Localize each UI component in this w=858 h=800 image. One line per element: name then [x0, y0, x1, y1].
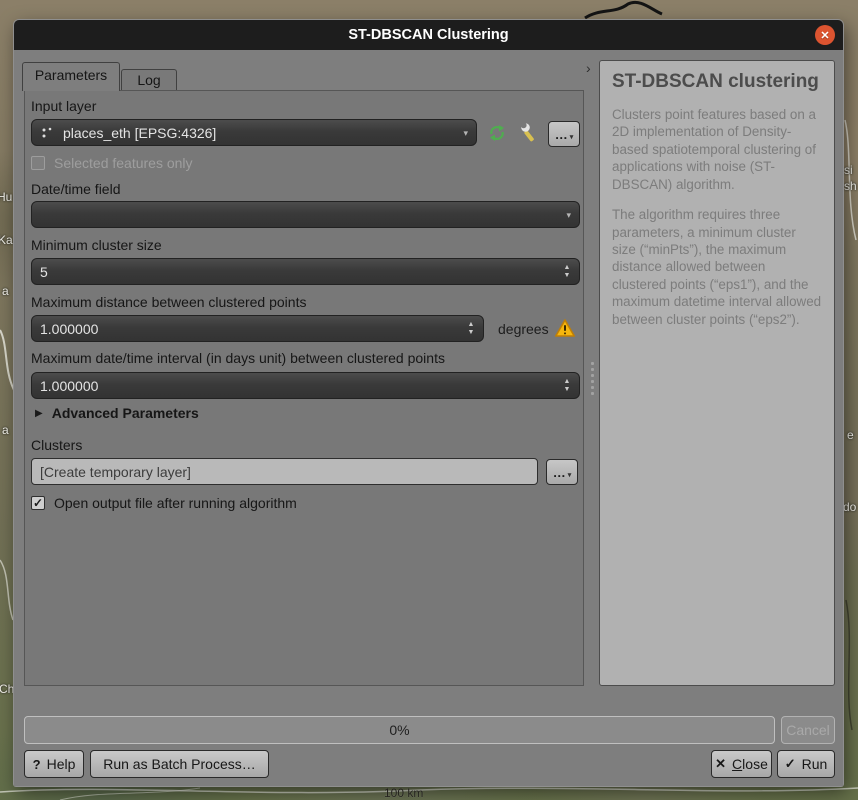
warning-icon — [554, 318, 576, 338]
iterate-icon — [486, 122, 508, 144]
map-label: Hu — [0, 190, 12, 204]
spin-down-icon: ▼ — [564, 272, 571, 279]
window-title: ST-DBSCAN Clustering — [348, 27, 508, 43]
point-layer-icon — [40, 125, 56, 141]
help-paragraph: Clusters point features based on a 2D im… — [612, 106, 822, 193]
max-distance-value: 1.000000 — [40, 321, 98, 337]
min-cluster-size-label: Minimum cluster size — [31, 237, 162, 253]
max-interval-label: Maximum date/time interval (in days unit… — [31, 350, 445, 366]
help-paragraph: The algorithm requires three parameters,… — [612, 206, 822, 328]
clusters-output-value: [Create temporary layer] — [40, 464, 191, 480]
input-layer-label: Input layer — [31, 98, 96, 114]
dropdown-arrow-icon: ▾ — [570, 133, 574, 141]
map-label: Ch — [0, 682, 14, 696]
progress-text: 0% — [389, 722, 409, 738]
map-label: si — [844, 163, 853, 177]
advanced-parameters-toggle[interactable]: ▶ Advanced Parameters — [35, 405, 199, 421]
datetime-field-label: Date/time field — [31, 181, 120, 197]
collapse-arrow-icon: ▶ — [35, 408, 43, 419]
ellipsis-icon: … — [553, 465, 566, 480]
spin-down-icon: ▼ — [468, 329, 475, 336]
map-label: e — [847, 428, 854, 442]
close-icon: ✕ — [715, 756, 726, 772]
tab-parameters-label: Parameters — [35, 67, 107, 83]
clusters-browse-button[interactable]: … ▾ — [546, 459, 578, 485]
run-icon: ✓ — [785, 756, 796, 772]
close-icon: ✕ — [820, 29, 829, 42]
map-label: do — [843, 500, 856, 514]
clusters-output-input[interactable]: [Create temporary layer] — [31, 458, 538, 485]
spin-up-icon: ▲ — [564, 264, 571, 271]
min-cluster-size-value: 5 — [40, 264, 48, 280]
selected-features-label: Selected features only — [54, 155, 193, 171]
close-button-label: Close — [732, 756, 768, 772]
map-label: Ka — [0, 233, 13, 247]
run-button-label: Run — [802, 756, 828, 772]
datetime-field-combobox[interactable]: ▾ — [31, 201, 580, 228]
min-cluster-size-spinbox[interactable]: 5 ▲ ▼ — [31, 258, 580, 285]
parameters-panel: Input layer places_eth [EPSG:4326] ▾ — [24, 90, 584, 686]
run-button[interactable]: ✓ Run — [777, 750, 835, 778]
max-interval-value: 1.000000 — [40, 378, 98, 394]
panel-splitter-handle[interactable] — [589, 358, 596, 398]
degrees-unit-label: degrees — [498, 321, 549, 337]
cancel-label: Cancel — [786, 722, 830, 738]
help-button[interactable]: ? Help — [24, 750, 84, 778]
help-button-label: Help — [47, 756, 76, 772]
checkbox-checked-icon: ✓ — [31, 496, 45, 510]
input-layer-browse-button[interactable]: … ▾ — [548, 121, 580, 147]
map-scale-label: 100 km — [384, 786, 423, 800]
tab-log-label: Log — [137, 72, 160, 88]
title-bar[interactable]: ST-DBSCAN Clustering ✕ — [14, 20, 843, 50]
iterate-layer-button[interactable] — [486, 122, 508, 144]
input-layer-value: places_eth [EPSG:4326] — [63, 125, 216, 141]
max-distance-label: Maximum distance between clustered point… — [31, 294, 306, 310]
spinner-arrows[interactable]: ▲ ▼ — [464, 317, 478, 340]
open-output-label: Open output file after running algorithm — [54, 495, 297, 511]
help-title: ST-DBSCAN clustering — [612, 71, 822, 93]
selected-features-checkbox[interactable]: Selected features only — [31, 155, 193, 171]
tab-log[interactable]: Log — [121, 69, 177, 91]
spinner-arrows[interactable]: ▲ ▼ — [560, 260, 574, 283]
run-as-batch-button[interactable]: Run as Batch Process… — [90, 750, 269, 778]
map-label: a — [2, 423, 9, 437]
input-layer-combobox[interactable]: places_eth [EPSG:4326] ▾ — [31, 119, 477, 146]
close-window-button[interactable]: ✕ — [815, 25, 835, 45]
dropdown-arrow-icon: ▾ — [568, 471, 572, 479]
max-interval-spinbox[interactable]: 1.000000 ▲ ▼ — [31, 372, 580, 399]
batch-button-label: Run as Batch Process… — [103, 756, 256, 772]
max-distance-spinbox[interactable]: 1.000000 ▲ ▼ — [31, 315, 484, 342]
spin-up-icon: ▲ — [564, 378, 571, 385]
dialog-body: Parameters Log › Input layer places_eth … — [14, 50, 843, 786]
tab-parameters[interactable]: Parameters — [22, 62, 120, 91]
spin-down-icon: ▼ — [564, 386, 571, 393]
cancel-button[interactable]: Cancel — [781, 716, 835, 744]
open-output-checkbox[interactable]: ✓ Open output file after running algorit… — [31, 495, 297, 511]
help-icon: ? — [33, 757, 41, 772]
help-panel: ST-DBSCAN clustering Clusters point feat… — [599, 60, 835, 686]
spin-up-icon: ▲ — [468, 321, 475, 328]
map-label: a — [2, 284, 9, 298]
dropdown-arrow-icon: ▾ — [566, 210, 571, 221]
map-label: sh — [844, 179, 857, 193]
wrench-icon — [518, 122, 540, 144]
close-button[interactable]: ✕ Close — [711, 750, 772, 778]
panel-expand-arrow-icon[interactable]: › — [586, 60, 591, 76]
clusters-label: Clusters — [31, 437, 82, 453]
dropdown-arrow-icon: ▾ — [463, 128, 468, 139]
checkbox-unchecked-icon — [31, 156, 45, 170]
ellipsis-icon: … — [555, 127, 568, 142]
spinner-arrows[interactable]: ▲ ▼ — [560, 374, 574, 397]
progress-bar: 0% — [24, 716, 775, 744]
advanced-parameters-label: Advanced Parameters — [52, 405, 199, 421]
stdbscan-dialog-window: ST-DBSCAN Clustering ✕ Parameters Log › … — [14, 20, 843, 786]
advanced-options-button[interactable] — [518, 122, 540, 144]
